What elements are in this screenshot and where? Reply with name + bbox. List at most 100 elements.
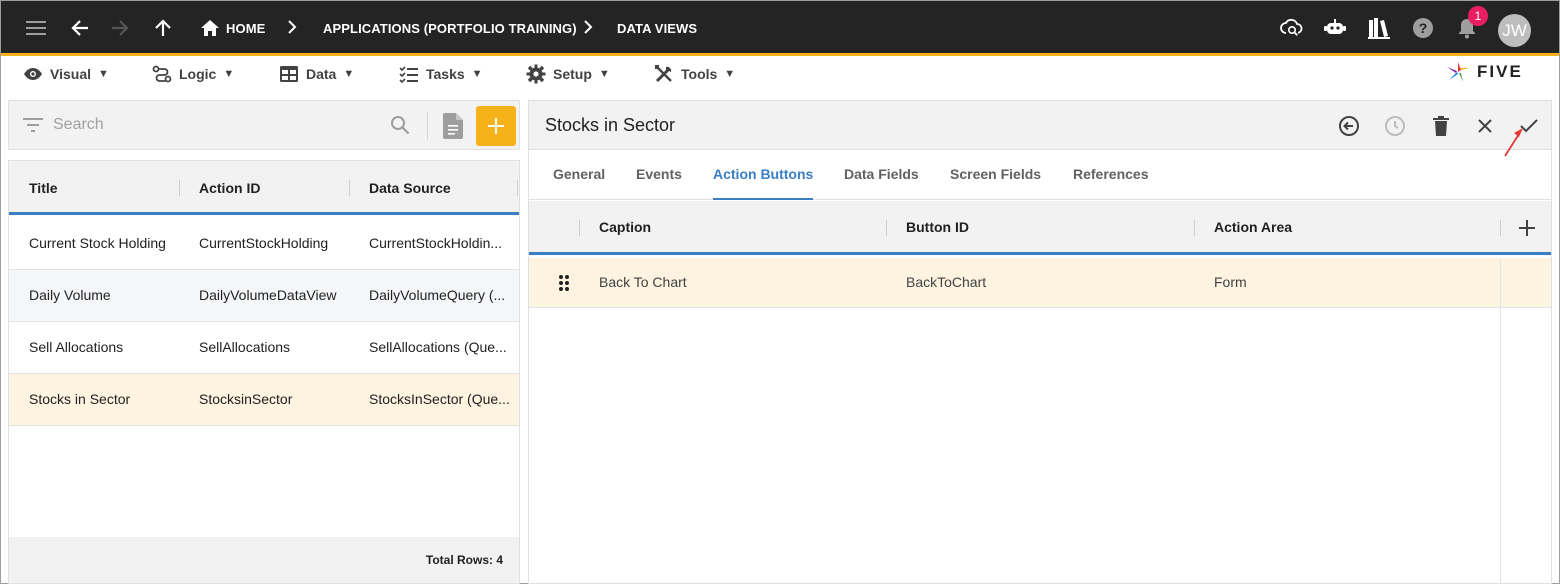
tab-action-buttons[interactable]: Action Buttons [713,166,814,200]
form-header: Stocks in Sector [529,101,1551,150]
close-icon [1478,119,1492,133]
annotation-arrow-icon [1504,128,1523,157]
menu-setup-label: Setup [553,66,592,82]
caret-down-icon: ▼ [724,68,736,80]
data-views-list-panel: Search Title Action ID Data Source Curre… [8,100,520,584]
plus-icon [1519,220,1535,236]
back-arrow-icon[interactable] [67,15,93,41]
add-row-button[interactable] [1519,220,1535,241]
caret-down-icon: ▼ [471,68,483,80]
caret-down-icon: ▼ [223,68,235,80]
menu-logic[interactable]: Logic ▼ [152,59,234,89]
tab-general[interactable]: General [553,166,605,200]
cell-title: Sell Allocations [29,339,124,355]
table-row[interactable]: Sell Allocations SellAllocations SellAll… [9,322,519,374]
tools-icon [655,65,672,83]
table-row[interactable]: Back To Chart BackToChart Form [529,258,1551,308]
tasks-icon [399,66,418,83]
column-header-data-source[interactable]: Data Source [369,180,451,196]
cell-action-id: StocksinSector [199,391,293,407]
search-bar: Search [8,100,520,150]
hamburger-menu-icon[interactable] [23,15,49,41]
chevron-right-icon [287,19,297,40]
menu-bar: Visual ▼ Logic ▼ Data ▼ Tasks ▼ Setup ▼ Tools… [1,59,1559,93]
menu-tasks-label: Tasks [426,66,465,82]
table-row[interactable]: Daily Volume DailyVolumeDataView DailyVo… [9,270,519,322]
delete-button[interactable] [1428,113,1454,139]
cell-data-source: DailyVolumeQuery (... [369,287,506,303]
drag-handle-icon[interactable] [558,274,570,297]
column-header-action-area[interactable]: Action Area [1214,219,1292,235]
cloud-search-icon[interactable] [1279,15,1305,41]
breadcrumb-data-views[interactable]: DATA VIEWS [617,1,697,56]
chevron-right-icon [583,19,593,40]
cell-action-id: SellAllocations [199,339,291,355]
cell-caption: Back To Chart [599,274,687,290]
column-header-button-id[interactable]: Button ID [906,219,969,235]
search-input[interactable]: Search [53,116,104,134]
tab-screen-fields[interactable]: Screen Fields [950,166,1041,200]
five-logo-text: FIVE [1477,62,1523,81]
breadcrumb-applications[interactable]: APPLICATIONS (PORTFOLIO TRAINING) [323,1,577,56]
search-icon[interactable] [390,115,410,135]
table-row-selected[interactable]: Stocks in Sector StocksinSector StocksIn… [9,374,519,426]
eye-icon [24,68,42,80]
history-back-button[interactable] [1336,113,1362,139]
menu-visual[interactable]: Visual ▼ [23,59,109,89]
menu-tools-label: Tools [681,66,718,82]
divider [427,112,428,140]
column-divider [1500,220,1501,236]
caret-down-icon: ▼ [598,68,610,80]
column-divider [1194,220,1195,236]
cell-data-source: SellAllocations (Que... [369,339,507,355]
caret-down-icon: ▼ [98,68,109,80]
column-header-title[interactable]: Title [29,180,58,196]
cell-title: Current Stock Holding [29,235,166,251]
record-detail-panel: Stocks in Sector General Events Action B… [528,100,1552,584]
cell-button-id: BackToChart [906,274,987,290]
column-divider [1500,258,1501,584]
menu-data[interactable]: Data ▼ [279,59,354,89]
trash-icon [1433,116,1449,136]
table-header: Title Action ID Data Source [9,161,519,215]
column-header-action-id[interactable]: Action ID [199,180,260,196]
menu-data-label: Data [306,66,337,82]
caret-down-icon: ▼ [343,68,355,80]
document-icon[interactable] [443,113,463,139]
column-divider [517,180,518,196]
user-avatar[interactable]: JW [1498,14,1531,47]
total-rows-label: Total Rows: 4 [425,553,503,567]
add-record-button[interactable] [476,106,516,146]
menu-setup[interactable]: Setup ▼ [526,59,610,89]
menu-logic-label: Logic [179,66,217,82]
tab-references[interactable]: References [1073,166,1149,200]
history-back-icon [1339,116,1359,136]
library-books-icon[interactable] [1366,15,1392,41]
breadcrumb-home[interactable]: HOME [226,1,265,56]
five-logo: FIVE [1445,59,1523,85]
tab-data-fields[interactable]: Data Fields [844,166,919,200]
table-icon [280,66,298,82]
column-header-caption[interactable]: Caption [599,219,651,235]
table-row[interactable]: Current Stock Holding CurrentStockHoldin… [9,218,519,270]
home-icon[interactable] [197,15,223,41]
action-buttons-grid-header: Caption Button ID Action Area [529,201,1551,255]
filter-icon[interactable] [23,117,43,133]
logic-icon [152,65,172,83]
data-views-table: Title Action ID Data Source Current Stoc… [8,160,520,584]
forward-arrow-icon[interactable] [107,15,133,41]
help-icon[interactable]: ? [1410,15,1436,41]
audit-history-button[interactable] [1382,113,1408,139]
tab-events[interactable]: Events [636,166,682,200]
up-arrow-icon[interactable] [150,15,176,41]
menu-tasks[interactable]: Tasks ▼ [399,59,483,89]
form-tabs: General Events Action Buttons Data Field… [529,151,1551,200]
robot-icon[interactable] [1322,15,1348,41]
svg-text:?: ? [1419,20,1428,36]
cancel-button[interactable] [1472,113,1498,139]
column-divider [886,220,887,236]
column-divider [349,180,350,196]
menu-tools[interactable]: Tools ▼ [654,59,735,89]
cell-title: Stocks in Sector [29,391,131,407]
cell-data-source: StocksInSector (Que... [369,391,510,407]
